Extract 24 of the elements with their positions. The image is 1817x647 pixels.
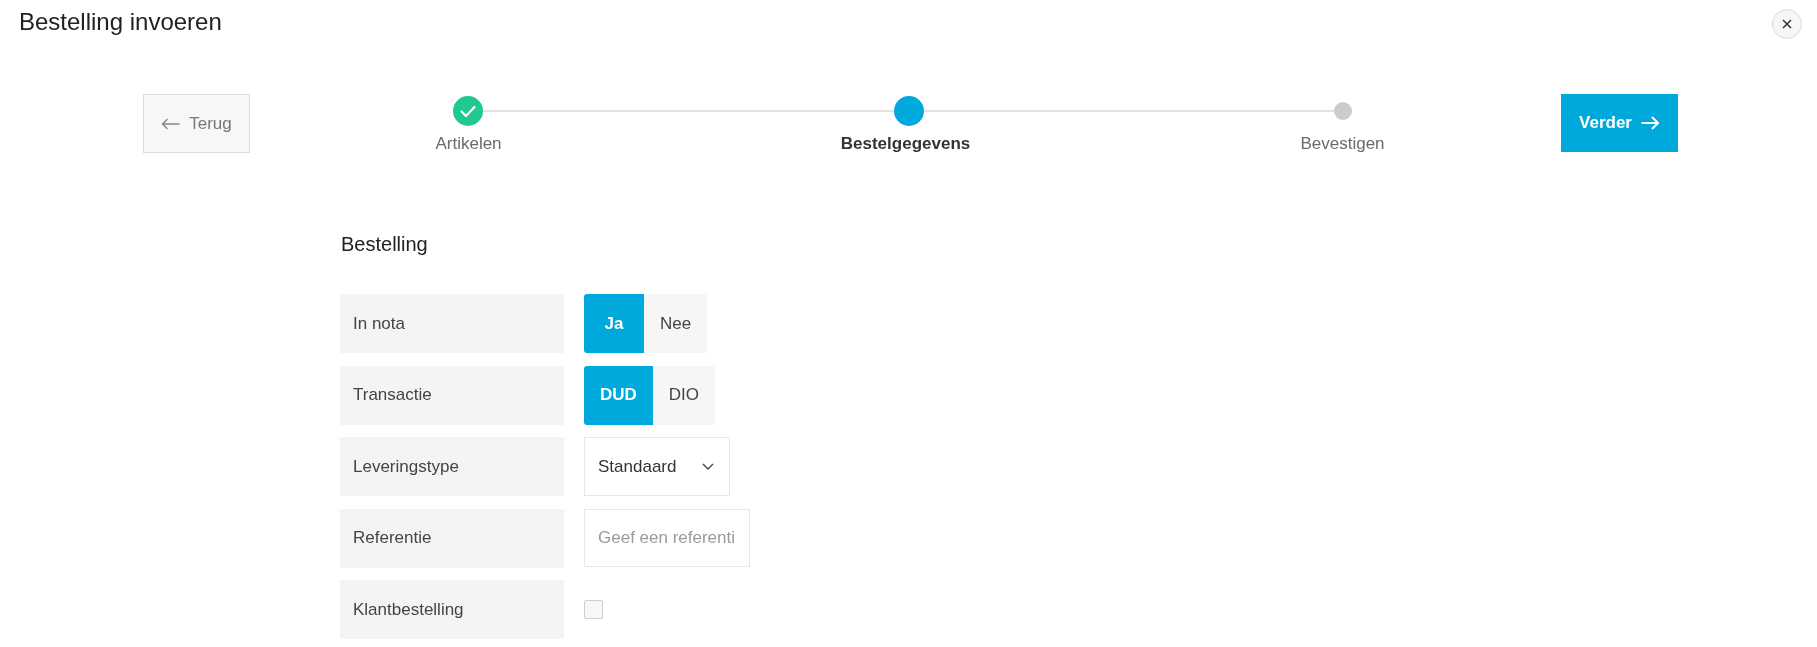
- dialog-title: Bestelling invoeren: [19, 8, 222, 36]
- arrow-left-icon: [161, 117, 181, 130]
- field-label: Leveringstype: [340, 437, 564, 496]
- close-icon: [1782, 19, 1792, 29]
- checkbox[interactable]: [584, 600, 603, 619]
- step-label: Bevestigen: [1300, 134, 1385, 154]
- step-label: Bestelgegevens: [840, 134, 971, 154]
- section-heading: Bestelling: [341, 232, 428, 256]
- close-button[interactable]: [1772, 9, 1802, 39]
- toggle-option[interactable]: DUD: [584, 365, 653, 425]
- toggle-option[interactable]: Nee: [644, 294, 708, 353]
- arrow-right-icon: [1640, 116, 1660, 130]
- field-label: Referentie: [340, 508, 564, 568]
- text-input[interactable]: Geef een referenti: [584, 509, 750, 567]
- field-label: In nota: [340, 294, 564, 353]
- back-button[interactable]: Terug: [143, 94, 250, 153]
- field-label: Klantbestelling: [340, 580, 564, 639]
- step-label: Artikelen: [435, 134, 502, 154]
- field-label: Transactie: [340, 365, 564, 425]
- toggle-option[interactable]: Ja: [584, 294, 644, 353]
- toggle-option[interactable]: DIO: [652, 365, 716, 425]
- dropdown[interactable]: Standaard: [584, 437, 730, 496]
- chevron-down-icon: [702, 463, 714, 470]
- next-button[interactable]: Verder: [1561, 94, 1678, 152]
